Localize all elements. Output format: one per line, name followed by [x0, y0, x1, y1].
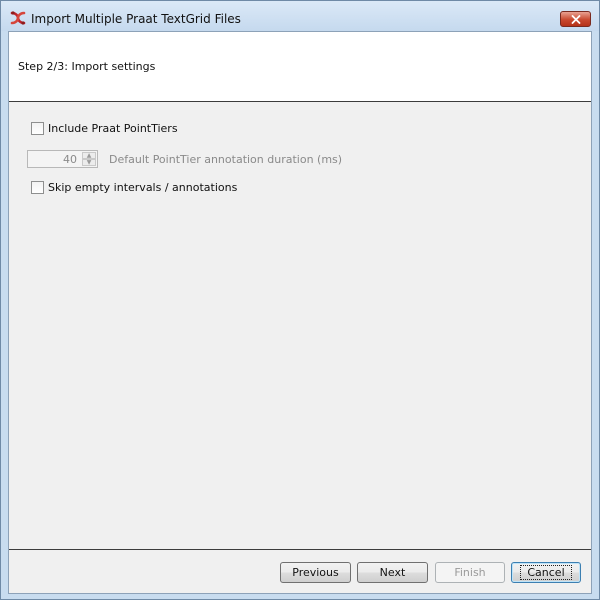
wizard-header: Step 2/3: Import settings [9, 32, 591, 102]
chevron-up-icon[interactable]: ▲ [82, 152, 96, 159]
duration-label: Default PointTier annotation duration (m… [109, 153, 343, 166]
app-icon [10, 10, 26, 26]
cancel-button-label: Cancel [520, 565, 572, 580]
dialog-window: Import Multiple Praat TextGrid Files Ste… [0, 0, 600, 600]
skip-empty-label[interactable]: Skip empty intervals / annotations [48, 181, 237, 194]
cancel-button[interactable]: Cancel [511, 562, 581, 583]
include-point-tiers-option[interactable]: Include Praat PointTiers [31, 122, 178, 135]
close-button[interactable] [560, 11, 591, 27]
chevron-down-icon[interactable]: ▼ [82, 159, 96, 166]
next-button[interactable]: Next [357, 562, 428, 583]
window-title: Import Multiple Praat TextGrid Files [31, 12, 241, 26]
footer-divider [9, 549, 591, 550]
include-point-tiers-label[interactable]: Include Praat PointTiers [48, 122, 178, 135]
skip-empty-checkbox[interactable] [31, 181, 44, 194]
include-point-tiers-checkbox[interactable] [31, 122, 44, 135]
finish-button[interactable]: Finish [435, 562, 505, 583]
duration-spinner[interactable]: 40 ▲ ▼ [27, 150, 98, 168]
dialog-content: Step 2/3: Import settings Include Praat … [8, 31, 592, 594]
step-title: Step 2/3: Import settings [18, 60, 156, 73]
close-icon [571, 14, 580, 24]
title-bar[interactable]: Import Multiple Praat TextGrid Files [1, 1, 599, 31]
previous-button[interactable]: Previous [280, 562, 351, 583]
duration-value: 40 [63, 153, 77, 166]
skip-empty-option[interactable]: Skip empty intervals / annotations [31, 181, 237, 194]
